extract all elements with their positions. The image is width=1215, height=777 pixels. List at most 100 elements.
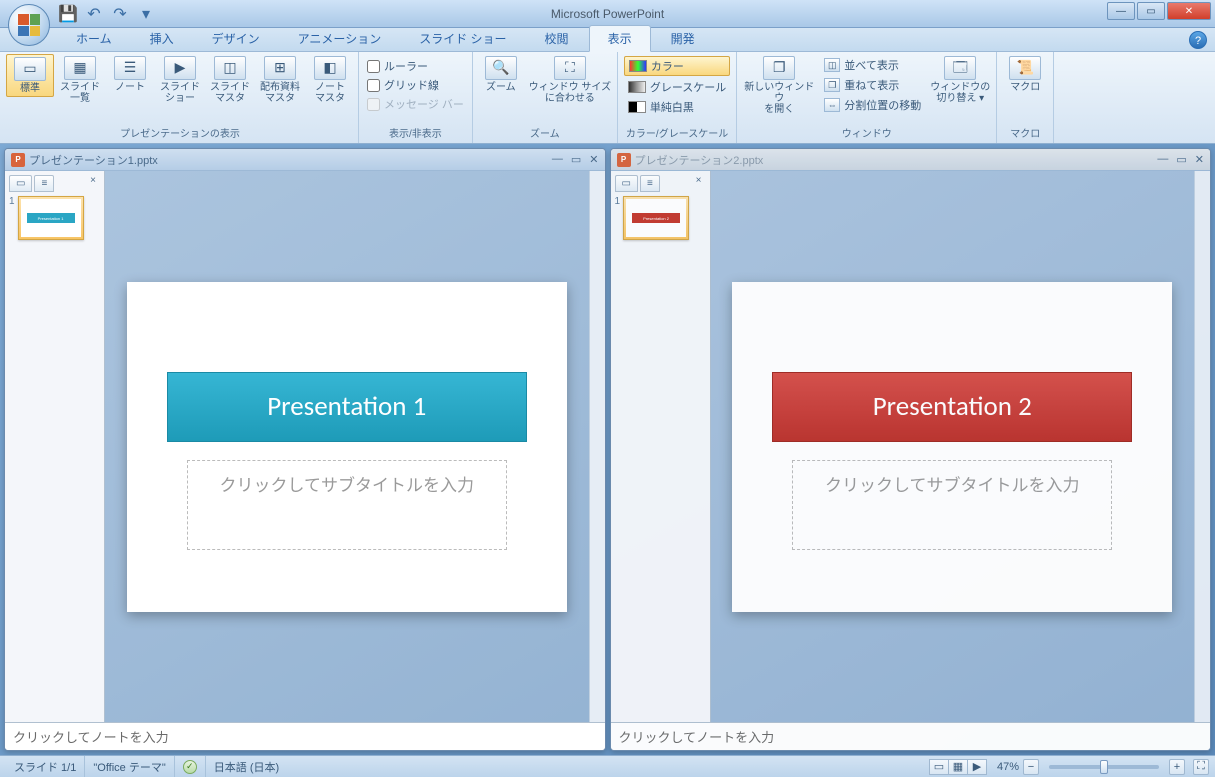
- fit-slide-button[interactable]: ⛶: [1193, 759, 1209, 775]
- qat-customize[interactable]: ▾: [136, 4, 156, 24]
- status-theme[interactable]: "Office テーマ": [85, 756, 174, 777]
- outline-tab-2[interactable]: ≡: [640, 175, 660, 192]
- document-window-1: P プレゼンテーション1.pptx — ▭ ✕ ▭ ≡ × 1 Presenta…: [4, 148, 606, 751]
- color-mode-grayscale[interactable]: グレースケール: [624, 78, 730, 96]
- checkbox-ruler[interactable]: ルーラー: [367, 58, 464, 74]
- slide-title-shape[interactable]: Presentation 1: [167, 372, 527, 442]
- color-mode-color[interactable]: カラー: [624, 56, 730, 76]
- move-split-button[interactable]: ⇔分割位置の移動: [821, 96, 924, 114]
- view-slide-master-button[interactable]: ◫スライド マスタ: [206, 54, 254, 106]
- minimize-button[interactable]: —: [1107, 2, 1135, 20]
- maximize-button[interactable]: ▭: [1137, 2, 1165, 20]
- status-language[interactable]: 日本語 (日本): [206, 756, 287, 777]
- slide-subtitle-placeholder[interactable]: クリックしてサブタイトルを入力: [187, 460, 507, 550]
- arrange-all-button[interactable]: ◫並べて表示: [821, 56, 924, 74]
- view-normal-button[interactable]: ▭標準: [6, 54, 54, 97]
- new-window-button[interactable]: ❐新しいウィンドウ を開く: [741, 54, 817, 117]
- zoom-out-button[interactable]: −: [1023, 759, 1039, 775]
- powerpoint-file-icon: P: [11, 153, 25, 167]
- undo-button[interactable]: ↶: [84, 4, 104, 24]
- tab-view[interactable]: 表示: [589, 25, 651, 52]
- group-zoom-label: ズーム: [477, 124, 613, 141]
- client-area: P プレゼンテーション1.pptx — ▭ ✕ ▭ ≡ × 1 Presenta…: [0, 144, 1215, 755]
- slide-edit-area[interactable]: Presentation 1 クリックしてサブタイトルを入力: [105, 171, 589, 722]
- tab-insert[interactable]: 挿入: [132, 26, 192, 51]
- statusbar-sorter-view[interactable]: ▦: [948, 759, 968, 775]
- doc1-maximize[interactable]: ▭: [571, 153, 581, 166]
- panel-close[interactable]: ×: [86, 175, 100, 192]
- tab-slideshow[interactable]: スライド ショー: [401, 26, 524, 51]
- switch-windows-button[interactable]: 🗔ウィンドウの 切り替え ▾: [928, 54, 992, 106]
- checkbox-message-bar: メッセージ バー: [367, 96, 464, 112]
- view-handout-master-button[interactable]: ⊞配布資料 マスタ: [256, 54, 304, 106]
- document-title-2: プレゼンテーション2.pptx: [635, 152, 764, 168]
- vertical-scrollbar-2[interactable]: [1194, 171, 1210, 722]
- statusbar-slideshow-view[interactable]: ▶: [967, 759, 987, 775]
- tab-home[interactable]: ホーム: [58, 26, 130, 51]
- status-spellcheck[interactable]: ✓: [175, 756, 206, 777]
- close-button[interactable]: ✕: [1167, 2, 1211, 20]
- color-mode-bw[interactable]: 単純白黒: [624, 98, 730, 116]
- group-macros-label: マクロ: [1001, 124, 1049, 141]
- slide-canvas-2[interactable]: Presentation 2 クリックしてサブタイトルを入力: [732, 282, 1172, 612]
- help-button[interactable]: ?: [1189, 31, 1207, 49]
- tab-developer[interactable]: 開発: [653, 26, 713, 51]
- slide-thumbnails-panel-2: ▭ ≡ × 1 Presentation 2: [611, 171, 711, 722]
- app-title: Microsoft PowerPoint: [551, 7, 664, 21]
- document-titlebar-2[interactable]: P プレゼンテーション2.pptx — ▭ ✕: [611, 149, 1211, 171]
- slide-canvas[interactable]: Presentation 1 クリックしてサブタイトルを入力: [127, 282, 567, 612]
- slide-edit-area-2[interactable]: Presentation 2 クリックしてサブタイトルを入力: [711, 171, 1195, 722]
- panel-close-2[interactable]: ×: [692, 175, 706, 192]
- notes-pane-2[interactable]: クリックしてノートを入力: [611, 722, 1211, 750]
- group-window-label: ウィンドウ: [741, 124, 992, 141]
- tab-design[interactable]: デザイン: [194, 26, 278, 51]
- ribbon-tabs: ホーム 挿入 デザイン アニメーション スライド ショー 校閲 表示 開発 ?: [0, 28, 1215, 52]
- slides-tab-2[interactable]: ▭: [615, 175, 638, 192]
- vertical-scrollbar[interactable]: [589, 171, 605, 722]
- check-icon: ✓: [183, 760, 197, 774]
- slide-thumbnail-1[interactable]: Presentation 1: [18, 196, 84, 240]
- view-notes-master-button[interactable]: ◧ノート マスタ: [306, 54, 354, 106]
- save-button[interactable]: 💾: [58, 4, 78, 24]
- slide-thumbnails-panel: ▭ ≡ × 1 Presentation 1: [5, 171, 105, 722]
- checkbox-gridlines[interactable]: グリッド線: [367, 77, 464, 93]
- slide-subtitle-placeholder-2[interactable]: クリックしてサブタイトルを入力: [792, 460, 1112, 550]
- doc1-minimize[interactable]: —: [552, 153, 563, 166]
- zoom-percentage[interactable]: 47%: [997, 761, 1019, 773]
- zoom-button[interactable]: 🔍ズーム: [477, 54, 525, 95]
- tab-review[interactable]: 校閲: [527, 26, 587, 51]
- ribbon: ▭標準 ▦スライド 一覧 ☰ノート ▶スライド ショー ◫スライド マスタ ⊞配…: [0, 52, 1215, 144]
- redo-button[interactable]: ↷: [110, 4, 130, 24]
- cascade-button[interactable]: ❐重ねて表示: [821, 76, 924, 94]
- view-notes-page-button[interactable]: ☰ノート: [106, 54, 154, 95]
- status-slide-number[interactable]: スライド 1/1: [6, 756, 85, 777]
- view-slide-sorter-button[interactable]: ▦スライド 一覧: [56, 54, 104, 106]
- macros-button[interactable]: 📜マクロ: [1001, 54, 1049, 95]
- group-show-hide-label: 表示/非表示: [363, 124, 468, 141]
- slide-thumbnail-2-1[interactable]: Presentation 2: [623, 196, 689, 240]
- doc1-close[interactable]: ✕: [589, 153, 598, 166]
- zoom-slider-thumb[interactable]: [1100, 760, 1108, 774]
- titlebar: 💾 ↶ ↷ ▾ Microsoft PowerPoint — ▭ ✕: [0, 0, 1215, 28]
- document-titlebar-1[interactable]: P プレゼンテーション1.pptx — ▭ ✕: [5, 149, 605, 171]
- quick-access-toolbar: 💾 ↶ ↷ ▾: [58, 4, 156, 24]
- office-button[interactable]: [8, 4, 50, 46]
- group-color-grayscale-label: カラー/グレースケール: [622, 124, 732, 141]
- fit-to-window-button[interactable]: ⛶ウィンドウ サイズ に合わせる: [527, 54, 613, 106]
- doc2-minimize[interactable]: —: [1157, 153, 1168, 166]
- outline-tab[interactable]: ≡: [34, 175, 54, 192]
- thumb-number-2: 1: [615, 196, 621, 240]
- group-presentation-views-label: プレゼンテーションの表示: [6, 124, 354, 141]
- doc2-close[interactable]: ✕: [1195, 153, 1204, 166]
- slides-tab[interactable]: ▭: [9, 175, 32, 192]
- zoom-in-button[interactable]: +: [1169, 759, 1185, 775]
- document-window-2: P プレゼンテーション2.pptx — ▭ ✕ ▭ ≡ × 1 Presenta…: [610, 148, 1212, 751]
- statusbar-normal-view[interactable]: ▭: [929, 759, 949, 775]
- view-slideshow-button[interactable]: ▶スライド ショー: [156, 54, 204, 106]
- notes-pane[interactable]: クリックしてノートを入力: [5, 722, 605, 750]
- tab-animation[interactable]: アニメーション: [280, 26, 400, 51]
- doc2-maximize[interactable]: ▭: [1176, 153, 1186, 166]
- document-title-1: プレゼンテーション1.pptx: [29, 152, 158, 168]
- zoom-slider[interactable]: [1049, 765, 1159, 769]
- slide-title-shape-2[interactable]: Presentation 2: [772, 372, 1132, 442]
